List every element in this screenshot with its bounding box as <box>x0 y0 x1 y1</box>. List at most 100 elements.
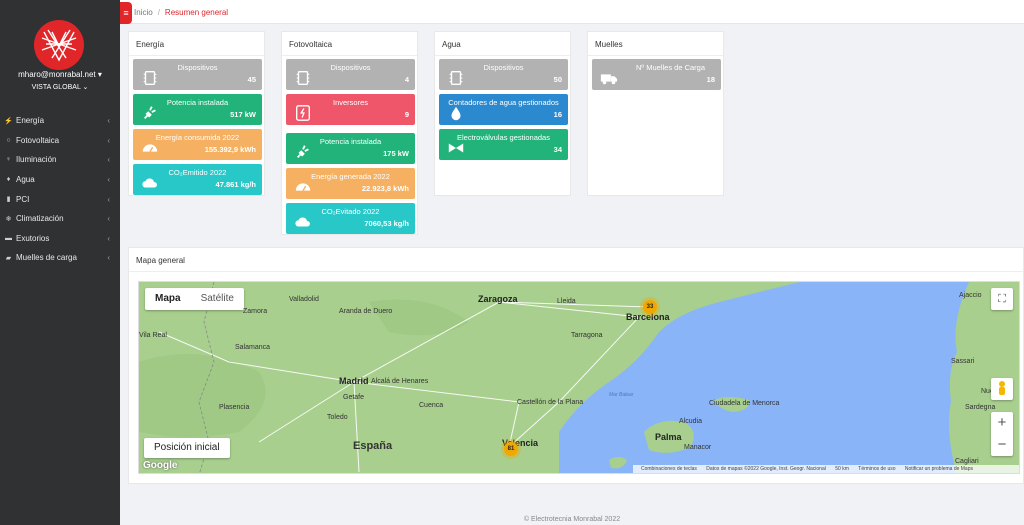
card-value: 155.392,9 kWh <box>204 145 256 154</box>
view-selector[interactable]: VISTA GLOBAL ⌄ <box>0 83 120 91</box>
map-cluster-marker[interactable]: 33 <box>643 300 657 314</box>
sidebar-item-pci[interactable]: ▮ PCI ‹ <box>0 189 120 209</box>
sidebar-item-muelles[interactable]: ▰ Muelles de carga ‹ <box>0 248 120 268</box>
drop-icon: ♦ <box>6 176 11 184</box>
user-email: mharo@monrabal.net <box>18 70 96 79</box>
city-label: Salamanca <box>235 344 271 351</box>
chevron-left-icon: ‹ <box>107 233 110 243</box>
pegman-icon <box>999 381 1005 395</box>
city-label: Zamora <box>243 308 268 315</box>
map-type-mapa[interactable]: Mapa <box>145 288 191 310</box>
card-energia-consumida[interactable]: Energía consumida 2022 155.392,9 kWh <box>133 129 262 160</box>
brand-logo[interactable] <box>34 20 84 70</box>
breadcrumb-current: Resumen general <box>164 8 229 17</box>
zoom-in-button[interactable]: + <box>991 412 1013 434</box>
panel-agua: Agua Dispositivos 50 Contadores de agua … <box>434 31 571 196</box>
sidebar-item-label: Iluminación <box>16 155 57 165</box>
page-footer: © Electrotecnia Monrabal 2022 <box>523 516 621 523</box>
menu-toggle-button[interactable]: ≡ <box>120 2 132 24</box>
google-logo: Google <box>143 460 178 471</box>
city-label: Vila Real <box>139 332 167 339</box>
user-menu[interactable]: mharo@monrabal.net ▾ <box>0 70 120 79</box>
card-potencia-instalada[interactable]: Potencia instalada 517 kW <box>133 94 262 125</box>
chevron-left-icon: ‹ <box>107 253 110 263</box>
vent-icon: ▬ <box>5 234 12 242</box>
map-data-credit: Datos de mapas ©2022 Google, Inst. Geogr… <box>706 466 826 472</box>
card-dispositivos[interactable]: Dispositivos 45 <box>133 59 262 90</box>
initial-position-button[interactable]: Posición inicial <box>144 438 230 458</box>
zoom-out-button[interactable]: − <box>991 434 1013 456</box>
map-terrain <box>139 282 1019 473</box>
city-label: Ajaccio <box>959 292 982 299</box>
city-label: Castellón de la Plana <box>517 399 584 406</box>
map[interactable]: Mapa Satélite Valladolid Zaragoza Lleida… <box>138 281 1020 474</box>
city-label: Manacor <box>684 444 712 451</box>
report-problem-link[interactable]: Notificar un problema de Maps <box>905 466 973 472</box>
panel-title: Energía <box>129 32 264 56</box>
sidebar-item-label: Energía <box>16 116 45 126</box>
valve-icon <box>448 143 464 153</box>
card-value: 4 <box>404 75 409 84</box>
sidebar-item-label: PCI <box>16 194 30 204</box>
panel-title: Mapa general <box>129 248 1023 272</box>
city-label: Sassari <box>951 358 975 365</box>
breadcrumb: Inicio / Resumen general <box>134 8 228 17</box>
panel-title: Agua <box>435 32 570 56</box>
city-label: Cuenca <box>419 402 444 409</box>
street-view-button[interactable] <box>991 378 1013 400</box>
card-value: 34 <box>553 145 562 154</box>
breadcrumb-home[interactable]: Inicio <box>134 8 153 17</box>
sun-icon: ○ <box>6 136 11 144</box>
keyboard-shortcuts-link[interactable]: Combinaciones de teclas <box>641 466 697 472</box>
sidebar-nav: ⚡ Energía ‹ ○ Fotovoltaica ‹ ♀ Iluminación ‹ ♦… <box>0 111 120 268</box>
card-co2-emitido[interactable]: CO₂Emitido 2022 47.861 kg/h <box>133 164 262 195</box>
card-value: 50 <box>553 75 562 84</box>
map-cluster-marker[interactable]: 81 <box>504 442 518 456</box>
sea-label: Mar Balear <box>609 392 634 398</box>
card-value: 175 kW <box>383 149 409 158</box>
card-muelles-carga[interactable]: Nº Muelles de Carga 18 <box>592 59 721 90</box>
panel-title: Fotovoltaica <box>282 32 417 56</box>
sidebar-item-label: Climatización <box>16 214 64 224</box>
cloud-icon <box>142 178 157 188</box>
sidebar-item-agua[interactable]: ♦ Agua ‹ <box>0 170 120 190</box>
fullscreen-button[interactable]: ⛶ <box>991 288 1013 310</box>
chevron-down-icon: ⌄ <box>82 84 89 91</box>
map-type-satelite[interactable]: Satélite <box>191 288 244 310</box>
chip-icon <box>296 71 310 85</box>
card-electrovalvulas[interactable]: Electroválvulas gestionadas 34 <box>439 129 568 160</box>
chevron-left-icon: ‹ <box>107 116 110 126</box>
city-label: Lleida <box>557 298 576 305</box>
city-label: Zaragoza <box>478 294 518 304</box>
sidebar-item-climatizacion[interactable]: ❄ Climatización ‹ <box>0 209 120 229</box>
card-dispositivos[interactable]: Dispositivos 50 <box>439 59 568 90</box>
sidebar-item-fotovoltaica[interactable]: ○ Fotovoltaica ‹ <box>0 131 120 151</box>
chevron-left-icon: ‹ <box>107 135 110 145</box>
card-value: 9 <box>404 110 409 119</box>
city-label: Toledo <box>327 414 348 421</box>
sidebar-item-iluminacion[interactable]: ♀ Iluminación ‹ <box>0 150 120 170</box>
card-potencia-instalada[interactable]: Potencia instalada 175 kW <box>286 133 415 164</box>
terms-link[interactable]: Términos de uso <box>858 466 895 472</box>
extinguisher-icon: ▮ <box>6 196 11 204</box>
hamburger-icon: ≡ <box>123 8 129 18</box>
map-attribution: Combinaciones de teclas Datos de mapas ©… <box>633 465 1019 473</box>
card-value: 45 <box>247 75 256 84</box>
sidebar-item-exutorios[interactable]: ▬ Exutorios ‹ <box>0 229 120 249</box>
city-label: Alcudia <box>679 418 702 425</box>
panel-energia: Energía Dispositivos 45 Potencia instala… <box>128 31 265 196</box>
card-dispositivos[interactable]: Dispositivos 4 <box>286 59 415 90</box>
card-contadores-agua[interactable]: Contadores de agua gestionados 16 <box>439 94 568 125</box>
card-value: 16 <box>553 110 562 119</box>
city-label: Cagliari <box>955 458 979 465</box>
top-bar <box>120 0 1024 24</box>
scale-bar: 50 km <box>835 466 849 472</box>
card-inversores[interactable]: Inversores 9 <box>286 94 415 125</box>
snowflake-icon: ❄ <box>5 215 12 223</box>
card-energia-generada[interactable]: Energía generada 2022 22.923,8 kWh <box>286 168 415 199</box>
sidebar-item-energia[interactable]: ⚡ Energía ‹ <box>0 111 120 131</box>
city-label: Madrid <box>339 376 369 386</box>
fullscreen-icon: ⛶ <box>998 293 1006 305</box>
city-label: Sardegna <box>965 404 996 411</box>
card-co2-evitado[interactable]: CO₂Evitado 2022 7060,53 kg/h <box>286 203 415 234</box>
